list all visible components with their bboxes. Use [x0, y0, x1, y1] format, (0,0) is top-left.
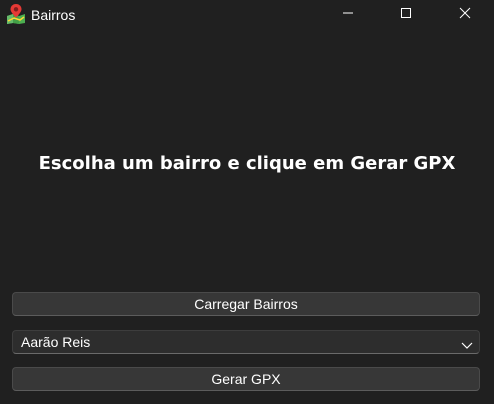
app-window: Bairros Escolha um bairro e clique em Ge… — [0, 0, 494, 404]
window-title: Bairros — [31, 7, 76, 23]
instruction-heading: Escolha um bairro e clique em Gerar GPX — [38, 153, 456, 174]
minimize-icon — [342, 6, 354, 24]
close-button[interactable] — [442, 0, 488, 30]
title-bar[interactable]: Bairros — [0, 0, 494, 30]
load-neighborhoods-label: Carregar Bairros — [194, 296, 298, 312]
minimize-button[interactable] — [325, 0, 371, 30]
neighborhood-select-value: Aarão Reis — [21, 334, 91, 350]
close-icon — [459, 6, 471, 24]
generate-gpx-label: Gerar GPX — [211, 371, 281, 387]
neighborhood-select[interactable]: Aarão Reis — [12, 330, 480, 354]
chevron-down-icon — [461, 337, 473, 349]
load-neighborhoods-button[interactable]: Carregar Bairros — [12, 292, 480, 316]
map-pin-icon — [5, 3, 27, 25]
maximize-icon — [400, 6, 412, 24]
generate-gpx-button[interactable]: Gerar GPX — [12, 367, 480, 391]
maximize-button[interactable] — [383, 0, 429, 30]
